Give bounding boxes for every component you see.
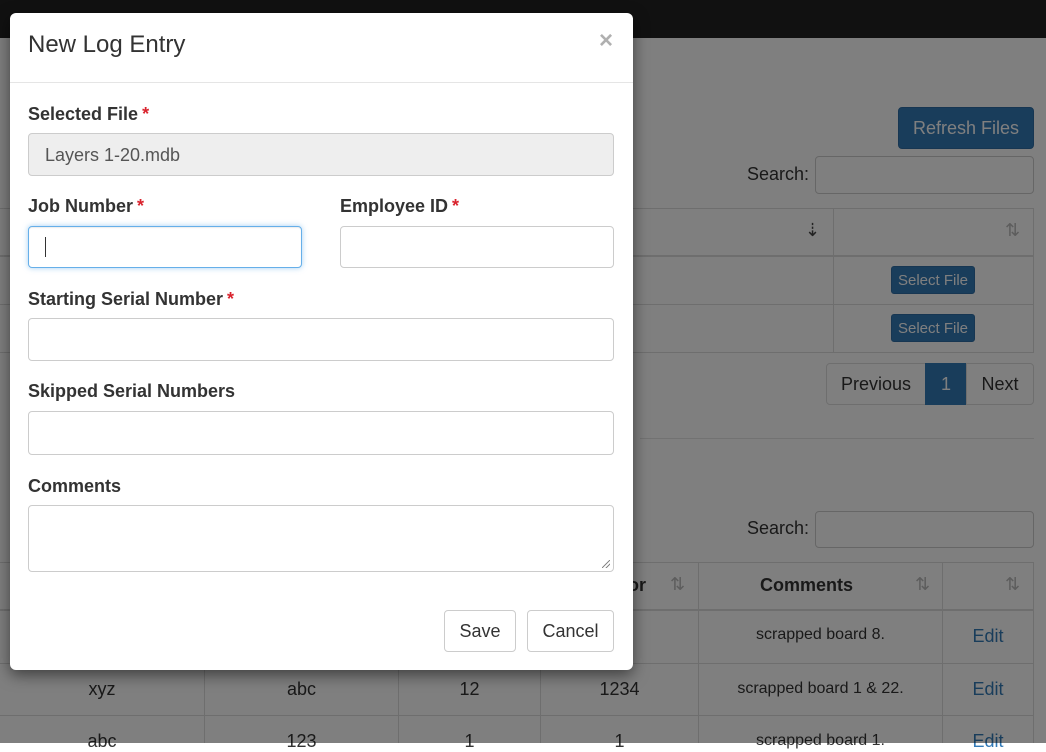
save-button[interactable]: Save bbox=[444, 610, 516, 652]
selected-file-label: Selected File * bbox=[28, 104, 149, 125]
starting-serial-label: Starting Serial Number * bbox=[28, 289, 234, 310]
employee-id-label: Employee ID * bbox=[340, 196, 459, 217]
skipped-serials-input[interactable] bbox=[28, 411, 614, 455]
cancel-button[interactable]: Cancel bbox=[527, 610, 614, 652]
required-marker: * bbox=[227, 289, 235, 309]
employee-id-label-text: Employee ID bbox=[340, 196, 449, 216]
skipped-serials-label: Skipped Serial Numbers bbox=[28, 381, 235, 402]
comments-textarea[interactable] bbox=[28, 505, 614, 572]
starting-serial-input[interactable] bbox=[28, 318, 614, 361]
required-marker: * bbox=[137, 196, 145, 216]
text-cursor bbox=[45, 237, 46, 257]
comments-label: Comments bbox=[28, 476, 121, 497]
comments-label-text: Comments bbox=[28, 476, 122, 496]
modal-title: New Log Entry bbox=[28, 31, 186, 58]
selected-file-label-text: Selected File bbox=[28, 104, 139, 124]
new-log-entry-modal: New Log Entry × Selected File * Layers 1-… bbox=[10, 13, 633, 670]
resize-handle-icon[interactable] bbox=[602, 560, 610, 568]
required-marker: * bbox=[452, 196, 460, 216]
starting-serial-label-text: Starting Serial Number bbox=[28, 289, 224, 309]
skipped-serials-label-text: Skipped Serial Numbers bbox=[28, 381, 236, 401]
required-marker: * bbox=[142, 104, 150, 124]
employee-id-input[interactable] bbox=[340, 226, 614, 268]
job-number-label-text: Job Number bbox=[28, 196, 134, 216]
selected-file-value: Layers 1-20.mdb bbox=[45, 145, 181, 165]
job-number-input[interactable] bbox=[28, 226, 302, 268]
job-number-label: Job Number * bbox=[28, 196, 144, 217]
close-icon[interactable]: × bbox=[599, 27, 613, 55]
selected-file-field: Layers 1-20.mdb bbox=[28, 133, 614, 176]
modal-header: New Log Entry × bbox=[10, 13, 633, 83]
